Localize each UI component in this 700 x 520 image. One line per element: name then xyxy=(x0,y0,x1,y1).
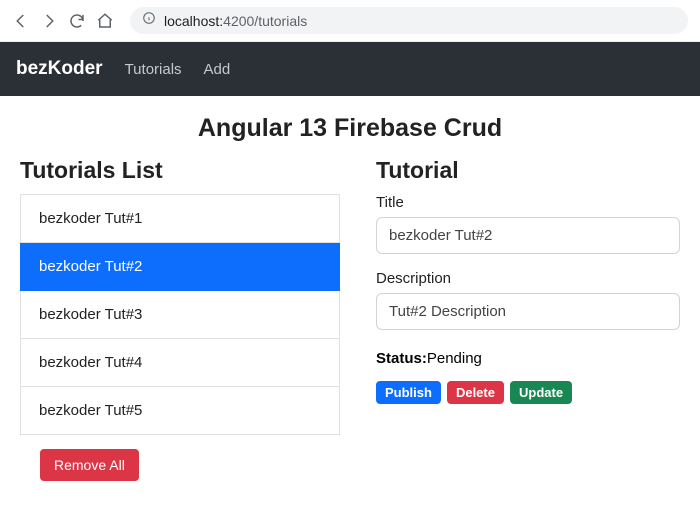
reload-icon[interactable] xyxy=(68,12,86,30)
nav-link-add[interactable]: Add xyxy=(204,61,231,78)
address-bar[interactable]: localhost:4200/tutorials xyxy=(130,7,688,34)
status-value: Pending xyxy=(427,350,482,367)
list-item[interactable]: bezkoder Tut#2 xyxy=(20,243,340,291)
list-item[interactable]: bezkoder Tut#4 xyxy=(20,339,340,387)
list-heading: Tutorials List xyxy=(20,157,340,184)
brand[interactable]: bezKoder xyxy=(16,58,103,80)
page-title: Angular 13 Firebase Crud xyxy=(0,114,700,143)
forward-icon[interactable] xyxy=(40,12,58,30)
url-text: localhost:4200/tutorials xyxy=(164,13,307,29)
info-icon xyxy=(142,11,156,30)
list-item[interactable]: bezkoder Tut#1 xyxy=(20,194,340,243)
status-line: Status:Pending xyxy=(376,350,680,367)
update-button[interactable]: Update xyxy=(510,381,572,404)
publish-button[interactable]: Publish xyxy=(376,381,441,404)
title-input[interactable] xyxy=(376,217,680,254)
remove-all-button[interactable]: Remove All xyxy=(40,449,139,481)
list-item[interactable]: bezkoder Tut#3 xyxy=(20,291,340,339)
description-label: Description xyxy=(376,270,680,287)
detail-heading: Tutorial xyxy=(376,157,680,184)
tutorials-list: bezkoder Tut#1 bezkoder Tut#2 bezkoder T… xyxy=(20,194,340,435)
browser-toolbar: localhost:4200/tutorials xyxy=(0,0,700,42)
delete-button[interactable]: Delete xyxy=(447,381,504,404)
status-label: Status: xyxy=(376,350,427,367)
list-item[interactable]: bezkoder Tut#5 xyxy=(20,387,340,435)
title-label: Title xyxy=(376,194,680,211)
app-navbar: bezKoder Tutorials Add xyxy=(0,42,700,96)
description-input[interactable] xyxy=(376,293,680,330)
back-icon[interactable] xyxy=(12,12,30,30)
nav-link-tutorials[interactable]: Tutorials xyxy=(125,61,182,78)
home-icon[interactable] xyxy=(96,12,114,30)
